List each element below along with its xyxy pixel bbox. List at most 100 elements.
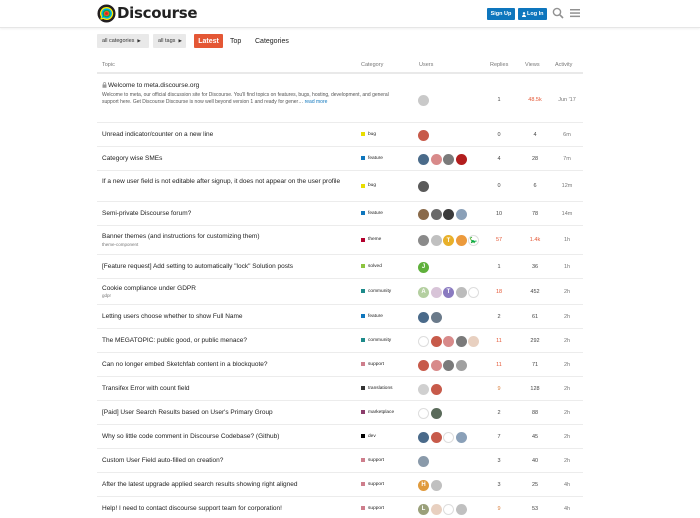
sign-up-button[interactable]: Sign Up: [487, 8, 515, 20]
topic-title-link[interactable]: Banner themes (and instructions for cust…: [102, 233, 260, 240]
topic-tag[interactable]: theme-component: [102, 242, 354, 248]
avatar[interactable]: [430, 311, 442, 323]
topic-row[interactable]: Category wise SMEs feature 4 28 7m: [97, 147, 583, 171]
avatar[interactable]: [455, 503, 467, 515]
category-badge[interactable]: support: [361, 362, 384, 367]
avatar[interactable]: [430, 479, 442, 491]
avatar[interactable]: [430, 286, 442, 298]
topic-title-link[interactable]: Welcome to meta.discourse.org: [108, 82, 199, 89]
avatar[interactable]: [418, 208, 429, 220]
avatar[interactable]: [418, 407, 429, 419]
topic-title-link[interactable]: After the latest upgrade applied search …: [102, 481, 297, 488]
topic-title-link[interactable]: Transifex Error with count field: [102, 385, 190, 392]
topic-row[interactable]: [Feature request] Add setting to automat…: [97, 255, 583, 279]
avatar[interactable]: H: [418, 479, 429, 491]
activity-time[interactable]: 6m: [555, 132, 579, 138]
category-badge[interactable]: community: [361, 289, 391, 294]
avatar[interactable]: [430, 335, 442, 347]
avatar[interactable]: [418, 129, 429, 141]
avatar[interactable]: [418, 359, 429, 371]
topic-title-link[interactable]: Help! I need to contact discourse suppor…: [102, 505, 282, 512]
avatar[interactable]: [443, 359, 454, 371]
category-badge[interactable]: community: [361, 338, 391, 343]
tab-latest[interactable]: Latest: [194, 34, 223, 48]
category-badge[interactable]: theme: [361, 237, 381, 242]
avatar[interactable]: [455, 208, 467, 220]
category-badge[interactable]: marketplace: [361, 410, 394, 415]
category-badge[interactable]: solved: [361, 264, 382, 269]
topic-row[interactable]: Unread indicator/counter on a new line bu…: [97, 123, 583, 147]
tag-filter-dropdown[interactable]: all tags ▶: [153, 34, 186, 48]
topic-row[interactable]: After the latest upgrade applied search …: [97, 473, 583, 497]
avatar[interactable]: [468, 335, 479, 347]
activity-time[interactable]: 2h: [555, 434, 579, 440]
avatar[interactable]: [418, 235, 429, 246]
avatar[interactable]: [443, 208, 454, 220]
topic-row[interactable]: [Paid] User Search Results based on User…: [97, 401, 583, 425]
topic-row[interactable]: Semi-private Discourse forum? feature 10 78…: [97, 202, 583, 226]
column-topic[interactable]: Topic: [102, 62, 115, 68]
activity-time[interactable]: 2h: [555, 289, 579, 295]
topic-row[interactable]: Welcome to meta.discourse.org Welcome to …: [97, 76, 583, 123]
column-replies[interactable]: Replies: [490, 62, 508, 68]
activity-time[interactable]: 2h: [555, 386, 579, 392]
column-activity[interactable]: Activity: [555, 62, 572, 68]
site-logo[interactable]: Discourse: [97, 3, 198, 23]
avatar[interactable]: [418, 383, 429, 395]
avatar[interactable]: [430, 503, 442, 515]
avatar[interactable]: A: [418, 286, 429, 298]
activity-time[interactable]: 1h: [555, 237, 579, 243]
log-in-button[interactable]: Log In: [518, 8, 547, 20]
category-badge[interactable]: translations: [361, 386, 393, 391]
hamburger-menu-icon[interactable]: [569, 7, 581, 19]
topic-row[interactable]: Letting users choose whether to show Ful…: [97, 305, 583, 329]
avatar[interactable]: [430, 431, 442, 443]
category-badge[interactable]: support: [361, 482, 384, 487]
avatar[interactable]: [430, 208, 442, 220]
category-badge[interactable]: dev: [361, 434, 376, 439]
avatar[interactable]: [418, 455, 429, 467]
category-badge[interactable]: feature: [361, 314, 383, 319]
category-badge[interactable]: support: [361, 458, 384, 463]
avatar[interactable]: [455, 335, 467, 347]
avatar[interactable]: [430, 235, 442, 246]
avatar[interactable]: [443, 335, 454, 347]
search-icon[interactable]: [552, 7, 564, 19]
topic-title-link[interactable]: Category wise SMEs: [102, 155, 162, 162]
activity-time[interactable]: 2h: [555, 314, 579, 320]
topic-row[interactable]: If a new user field is not editable afte…: [97, 171, 583, 202]
topic-title-link[interactable]: Letting users choose whether to show Ful…: [102, 313, 243, 320]
topic-title-link[interactable]: [Feature request] Add setting to automat…: [102, 263, 293, 270]
topic-title-link[interactable]: [Paid] User Search Results based on User…: [102, 409, 273, 416]
activity-time[interactable]: 12m: [555, 183, 579, 189]
avatar[interactable]: [430, 383, 442, 395]
category-badge[interactable]: feature: [361, 211, 383, 216]
tab-categories[interactable]: Categories: [255, 34, 289, 48]
category-badge[interactable]: bug: [361, 183, 376, 188]
topic-title-link[interactable]: Unread indicator/counter on a new line: [102, 131, 213, 138]
topic-row[interactable]: Banner themes (and instructions for cust…: [97, 226, 583, 255]
activity-time[interactable]: Jun '17: [555, 97, 579, 103]
topic-row[interactable]: Why so little code comment in Discourse …: [97, 425, 583, 449]
avatar[interactable]: J: [418, 261, 429, 273]
activity-time[interactable]: 14m: [555, 211, 579, 217]
topic-row[interactable]: Cookie compliance under GDPR gdpr communit…: [97, 279, 583, 305]
avatar[interactable]: [443, 503, 454, 515]
topic-title-link[interactable]: Semi-private Discourse forum?: [102, 210, 191, 217]
avatar[interactable]: [430, 359, 442, 371]
column-category[interactable]: Category: [361, 62, 383, 68]
avatar[interactable]: T: [443, 235, 454, 246]
activity-time[interactable]: 1h: [555, 264, 579, 270]
activity-time[interactable]: 2h: [555, 338, 579, 344]
category-filter-dropdown[interactable]: all categories ▶: [97, 34, 149, 48]
avatar[interactable]: [430, 407, 442, 419]
topic-row[interactable]: Can no longer embed Sketchfab content in…: [97, 353, 583, 377]
column-views[interactable]: Views: [525, 62, 540, 68]
read-more-link[interactable]: read more: [305, 99, 328, 105]
avatar[interactable]: [418, 153, 429, 165]
topic-title-link[interactable]: Custom User Field auto-filled on creatio…: [102, 457, 223, 464]
activity-time[interactable]: 7m: [555, 156, 579, 162]
avatar[interactable]: T: [443, 286, 454, 298]
topic-title-link[interactable]: Why so little code comment in Discourse …: [102, 433, 279, 440]
avatar[interactable]: [418, 311, 429, 323]
